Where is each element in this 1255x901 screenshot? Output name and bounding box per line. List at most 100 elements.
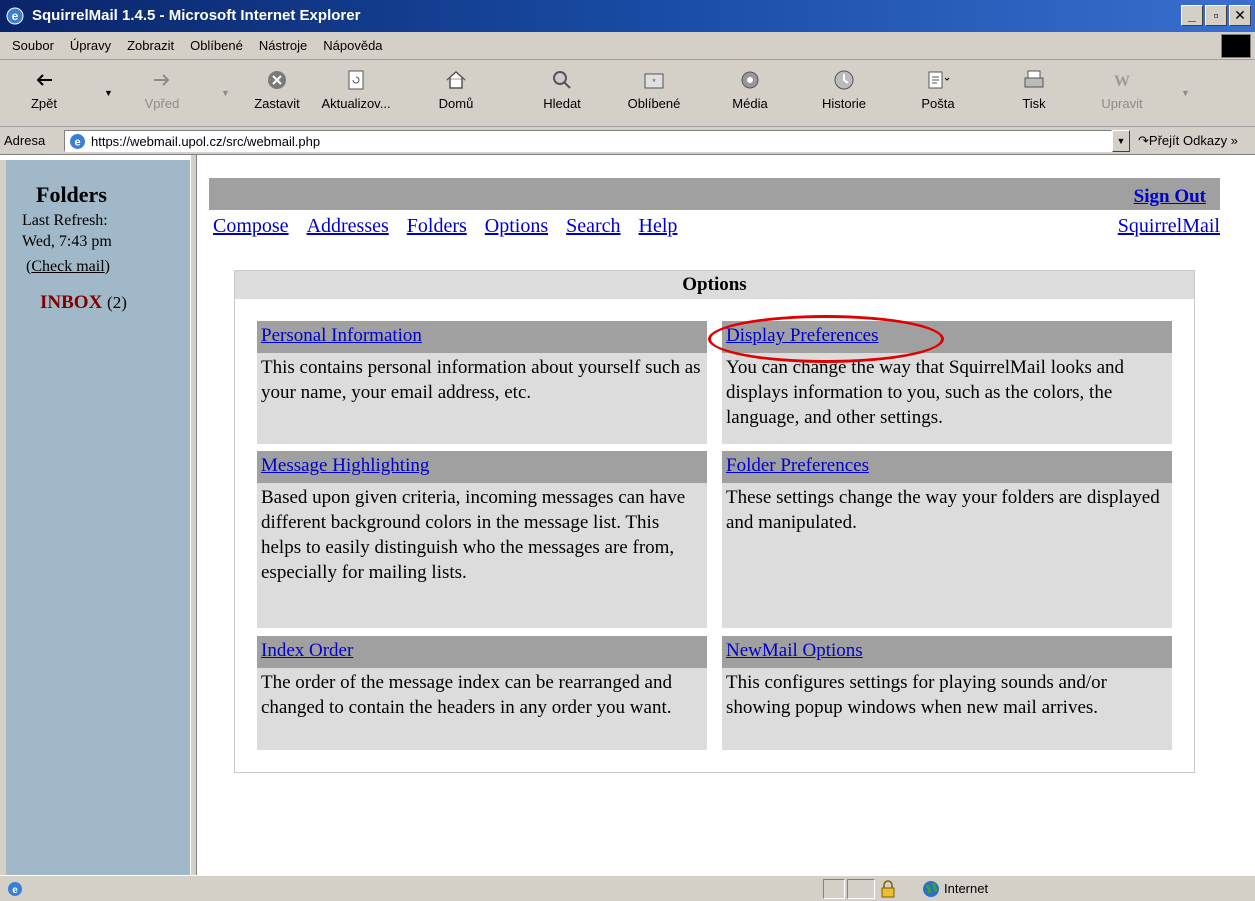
svg-text:*: * xyxy=(652,77,656,87)
edit-dropdown-icon[interactable]: ▼ xyxy=(1181,88,1190,98)
go-arrow-icon: ↷ xyxy=(1138,133,1149,148)
svg-text:e: e xyxy=(12,9,19,23)
address-dropdown-icon[interactable]: ▼ xyxy=(1112,130,1130,152)
inbox-count: (2) xyxy=(107,293,127,312)
favorites-button[interactable]: * Oblíbené xyxy=(618,68,690,111)
links-button[interactable]: Odkazy » xyxy=(1183,133,1238,148)
check-mail: (Check mail) xyxy=(26,258,110,275)
option-folder-preferences: Folder Preferences These settings change… xyxy=(722,451,1172,628)
display-preferences-link[interactable]: Display Preferences xyxy=(726,325,878,346)
menu-edit[interactable]: Úpravy xyxy=(62,38,119,53)
maximize-button[interactable]: ▫ xyxy=(1205,5,1227,26)
back-dropdown-icon[interactable]: ▼ xyxy=(104,88,113,98)
options-heading: Options xyxy=(235,271,1194,299)
svg-text:e: e xyxy=(12,885,18,896)
folder-preferences-link[interactable]: Folder Preferences xyxy=(726,455,869,476)
message-highlighting-link[interactable]: Message Highlighting xyxy=(261,455,429,476)
status-cell xyxy=(847,879,875,899)
mail-icon xyxy=(928,71,950,89)
option-display-preferences: Display Preferences You can change the w… xyxy=(722,321,1172,444)
display-preferences-desc: You can change the way that SquirrelMail… xyxy=(726,357,1125,428)
print-label: Tisk xyxy=(1022,96,1046,111)
options-panel: Options Personal Information This contai… xyxy=(234,270,1195,773)
go-button[interactable]: ↷Přejít xyxy=(1138,133,1179,149)
mail-button[interactable]: Pošta xyxy=(902,68,974,111)
media-label: Média xyxy=(732,96,768,111)
option-index-order: Index Order The order of the message ind… xyxy=(257,636,707,750)
media-button[interactable]: Média xyxy=(714,68,786,111)
media-icon xyxy=(741,71,759,89)
nav-compose[interactable]: Compose xyxy=(213,215,289,238)
menu-help[interactable]: Nápověda xyxy=(315,38,390,53)
stop-icon xyxy=(268,71,286,89)
sign-out-link[interactable]: Sign Out xyxy=(1134,186,1206,208)
windows-logo-icon xyxy=(1221,34,1251,58)
option-newmail-options: NewMail Options This configures settings… xyxy=(722,636,1172,750)
stop-label: Zastavit xyxy=(254,96,300,111)
nav-options[interactable]: Options xyxy=(485,215,548,238)
security-zone-label: Internet xyxy=(944,881,989,896)
address-label: Adresa xyxy=(4,133,46,148)
folder-list-frame: Folders Last Refresh: Wed, 7:43 pm (Chec… xyxy=(0,160,190,875)
refresh-label: Aktualizov... xyxy=(321,96,391,111)
index-order-link[interactable]: Index Order xyxy=(261,640,353,661)
forward-button[interactable]: Vpřed xyxy=(126,68,198,111)
menu-view[interactable]: Zobrazit xyxy=(119,38,182,53)
history-button[interactable]: Historie xyxy=(808,68,880,111)
address-input[interactable]: e https://webmail.upol.cz/src/webmail.ph… xyxy=(64,130,1112,152)
nav-search[interactable]: Search xyxy=(566,215,620,238)
lock-icon xyxy=(881,880,895,898)
nav-help[interactable]: Help xyxy=(639,215,678,238)
message-highlighting-desc: Based upon given criteria, incoming mess… xyxy=(261,487,686,583)
refresh-button[interactable]: Aktualizov... xyxy=(320,68,392,111)
home-icon xyxy=(446,70,466,89)
personal-information-desc: This contains personal information about… xyxy=(261,357,701,403)
toolbar: Zpět ▼ Vpřed ▼ Zastavit Aktualizov... Do… xyxy=(0,60,1255,127)
index-order-desc: The order of the message index can be re… xyxy=(261,672,672,718)
frame-divider[interactable] xyxy=(190,155,197,875)
stop-button[interactable]: Zastavit xyxy=(241,68,313,111)
main-nav: Compose Addresses Folders Options Search… xyxy=(213,215,695,238)
refresh-icon xyxy=(348,70,364,90)
word-edit-icon: W xyxy=(1114,73,1130,90)
internet-zone-icon xyxy=(923,881,939,897)
page-ie-icon: e xyxy=(70,134,85,149)
favorites-folder-icon: * xyxy=(644,73,664,89)
newmail-options-link[interactable]: NewMail Options xyxy=(726,640,863,661)
nav-folders[interactable]: Folders xyxy=(407,215,467,238)
menu-favorites[interactable]: Oblíbené xyxy=(182,38,251,53)
squirrelmail-link[interactable]: SquirrelMail xyxy=(1118,215,1220,238)
forward-dropdown-icon[interactable]: ▼ xyxy=(221,88,230,98)
address-url: https://webmail.upol.cz/src/webmail.php xyxy=(91,134,321,149)
top-bar: Sign Out xyxy=(209,178,1220,210)
search-icon xyxy=(553,71,571,89)
main-frame: Sign Out Compose Addresses Folders Optio… xyxy=(197,155,1255,875)
folder-preferences-desc: These settings change the way your folde… xyxy=(726,487,1160,533)
back-button[interactable]: Zpět xyxy=(8,68,80,111)
mail-label: Pošta xyxy=(921,96,955,111)
minimize-button[interactable]: _ xyxy=(1181,5,1203,26)
option-personal-information: Personal Information This contains perso… xyxy=(257,321,707,444)
folders-heading: Folders xyxy=(36,182,107,207)
back-arrow-icon xyxy=(36,74,52,86)
edit-button[interactable]: W Upravit xyxy=(1086,68,1158,111)
check-mail-link[interactable]: Check mail xyxy=(31,258,104,275)
menu-file[interactable]: Soubor xyxy=(4,38,62,53)
print-button[interactable]: Tisk xyxy=(998,68,1070,111)
search-label: Hledat xyxy=(543,96,581,111)
inbox-folder[interactable]: INBOX (2) xyxy=(40,292,127,314)
page-status-icon: e xyxy=(8,882,22,896)
home-button[interactable]: Domů xyxy=(420,68,492,111)
nav-addresses[interactable]: Addresses xyxy=(307,215,389,238)
personal-information-link[interactable]: Personal Information xyxy=(261,325,422,346)
search-button[interactable]: Hledat xyxy=(526,68,598,111)
menu-tools[interactable]: Nástroje xyxy=(251,38,315,53)
inbox-name[interactable]: INBOX xyxy=(40,292,102,313)
svg-text:e: e xyxy=(74,137,80,149)
svg-text:W: W xyxy=(1114,73,1130,90)
window-title: SquirrelMail 1.4.5 - Microsoft Internet … xyxy=(32,7,361,24)
status-bar: e Internet xyxy=(0,875,1255,901)
back-label: Zpět xyxy=(30,96,57,111)
close-button[interactable]: ✕ xyxy=(1229,5,1251,26)
menu-bar: Soubor Úpravy Zobrazit Oblíbené Nástroje… xyxy=(0,32,1255,60)
